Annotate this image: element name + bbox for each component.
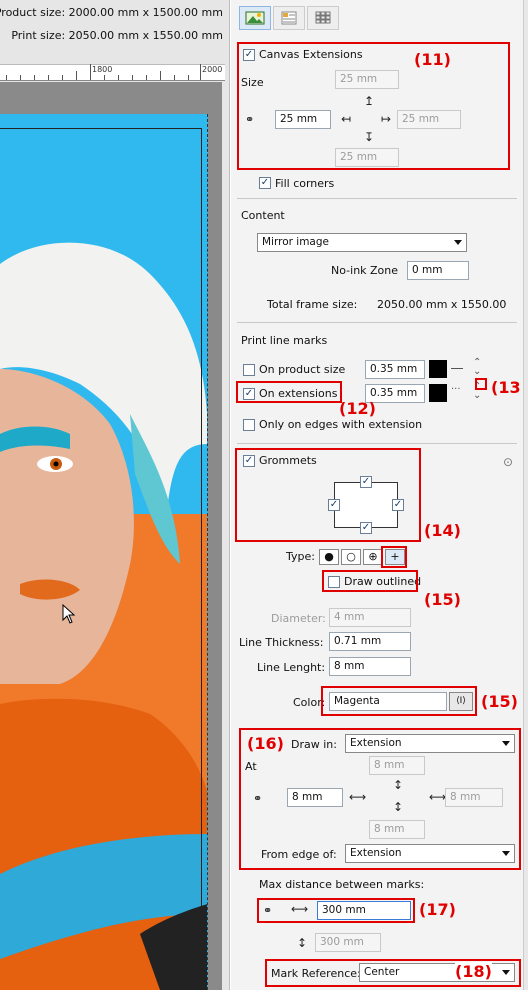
layout-icon	[281, 11, 297, 25]
frame-line	[0, 128, 202, 990]
separator	[237, 443, 517, 444]
fill-corners-checkbox[interactable]: ✓	[259, 177, 271, 189]
mouse-cursor-icon	[62, 604, 76, 624]
vertical-double-arrow-icon: ↕	[297, 936, 308, 950]
noink-label: No-ink Zone	[331, 264, 399, 277]
callout-13: (13	[491, 378, 521, 397]
print-line-marks-label: Print line marks	[241, 334, 328, 347]
line-length-input[interactable]: 8 mm	[329, 657, 411, 676]
horizontal-double-arrow-icon: ⟷	[429, 790, 447, 804]
collapse-icon[interactable]: ⊙	[503, 455, 513, 469]
from-edge-value: Extension	[350, 847, 402, 859]
callout-15b: (15)	[481, 692, 518, 711]
total-frame-label: Total frame size:	[267, 298, 358, 311]
on-product-size-label: On product size	[259, 363, 346, 376]
draw-in-label: Draw in:	[291, 738, 337, 751]
draw-in-value: Extension	[350, 737, 402, 749]
line-length-label: Line Lenght:	[257, 661, 326, 674]
callout-15a: (15)	[424, 590, 461, 609]
content-mode-select[interactable]: Mirror image	[257, 233, 467, 252]
image-icon	[245, 11, 265, 25]
callout-18: (18)	[455, 962, 492, 981]
callout-14: (14)	[424, 521, 461, 540]
from-edge-select[interactable]: Extension	[345, 844, 515, 863]
dotted-line-style: ···	[451, 384, 461, 395]
callout-box-12	[236, 381, 342, 403]
preview-pane: Product size: 2000.00 mm x 1500.00 mm Pr…	[0, 0, 230, 990]
ruler-label-2000: 2000	[202, 65, 223, 74]
total-frame-value: 2050.00 mm x 1550.00	[377, 298, 507, 311]
callout-11: (11)	[414, 50, 451, 69]
noink-input[interactable]: 0 mm	[407, 261, 469, 280]
vertical-double-arrow-icon: ↕	[393, 800, 404, 814]
callout-box-11	[237, 42, 510, 170]
horizontal-double-arrow-icon: ⟷	[349, 790, 367, 804]
callout-box-15b	[321, 686, 477, 716]
draw-in-select[interactable]: Extension	[345, 734, 515, 753]
fill-corners-label: Fill corners	[275, 177, 335, 190]
diameter-input[interactable]: 4 mm	[329, 608, 411, 627]
separator	[237, 322, 517, 323]
horizontal-double-arrow-icon: ⟷	[291, 902, 309, 916]
type-filled-circle-button[interactable]: ●	[319, 549, 339, 565]
callout-17: (17)	[419, 900, 456, 919]
max-horizontal-input[interactable]: 300 mm	[317, 901, 411, 920]
mark-reference-value: Center	[364, 966, 400, 978]
on-product-size-checkbox[interactable]: ✓	[243, 364, 255, 376]
print-size-label: Print size: 2050.00 mm x 1550.00 mm	[11, 29, 223, 42]
ruler-label-1800: 1800	[92, 65, 113, 74]
line-thickness-label: Line Thickness:	[239, 636, 324, 649]
callout-16: (16)	[247, 734, 284, 753]
product-width-input[interactable]: 0.35 mm	[365, 360, 425, 379]
link-icon[interactable]: ⚭	[253, 792, 262, 805]
chevron-down-icon	[502, 741, 510, 746]
max-vertical-input[interactable]: 300 mm	[315, 933, 381, 952]
chevron-down-icon	[502, 851, 510, 856]
content-mode-value: Mirror image	[262, 236, 329, 248]
callout-box-13	[475, 378, 487, 390]
draw-left-input[interactable]: 8 mm	[287, 788, 343, 807]
solid-line-style	[451, 368, 463, 369]
diameter-label: Diameter:	[271, 612, 326, 625]
layout-tab-button[interactable]	[273, 6, 305, 30]
grid-icon	[315, 11, 331, 24]
type-circle-button[interactable]: ○	[341, 549, 361, 565]
product-size-label: Product size: 2000.00 mm x 1500.00 mm	[0, 6, 223, 19]
max-distance-label: Max distance between marks:	[259, 878, 425, 891]
draw-bottom-input[interactable]: 8 mm	[369, 820, 425, 839]
callout-12: (12)	[339, 399, 376, 418]
draw-right-input[interactable]: 8 mm	[445, 788, 503, 807]
settings-panel: ✓ Canvas Extensions Size 25 mm ↥ ⚭ 25 mm…	[231, 0, 523, 990]
chevron-down-icon	[502, 970, 510, 975]
type-crosshair-button[interactable]: ⊕	[363, 549, 383, 565]
callout-box-14	[235, 448, 421, 542]
mark-reference-label: Mark Reference:	[271, 967, 361, 980]
callout-box-14b	[381, 546, 407, 568]
draw-top-input[interactable]: 8 mm	[369, 756, 425, 775]
vertical-scrollbar[interactable]	[523, 0, 528, 990]
spinner-icon[interactable]: ⌃ ⌄	[473, 358, 481, 377]
only-edges-label: Only on edges with extension	[259, 418, 423, 431]
content-label: Content	[241, 209, 285, 222]
horizontal-ruler: 1800 2000	[0, 64, 225, 81]
from-edge-label: From edge of:	[261, 848, 337, 861]
link-icon[interactable]: ⚭	[263, 904, 272, 917]
image-tab-button[interactable]	[239, 6, 271, 30]
only-edges-checkbox[interactable]: ✓	[243, 419, 255, 431]
callout-box-15a	[322, 570, 418, 592]
product-color-swatch[interactable]	[429, 360, 447, 378]
type-label: Type:	[286, 550, 315, 563]
vertical-double-arrow-icon: ↕	[393, 778, 404, 792]
extension-color-swatch[interactable]	[429, 384, 447, 402]
separator	[237, 198, 517, 199]
chevron-down-icon	[454, 240, 462, 245]
line-thickness-input[interactable]: 0.71 mm	[329, 632, 411, 651]
grid-tab-button[interactable]	[307, 6, 339, 30]
at-label: At	[245, 760, 257, 773]
